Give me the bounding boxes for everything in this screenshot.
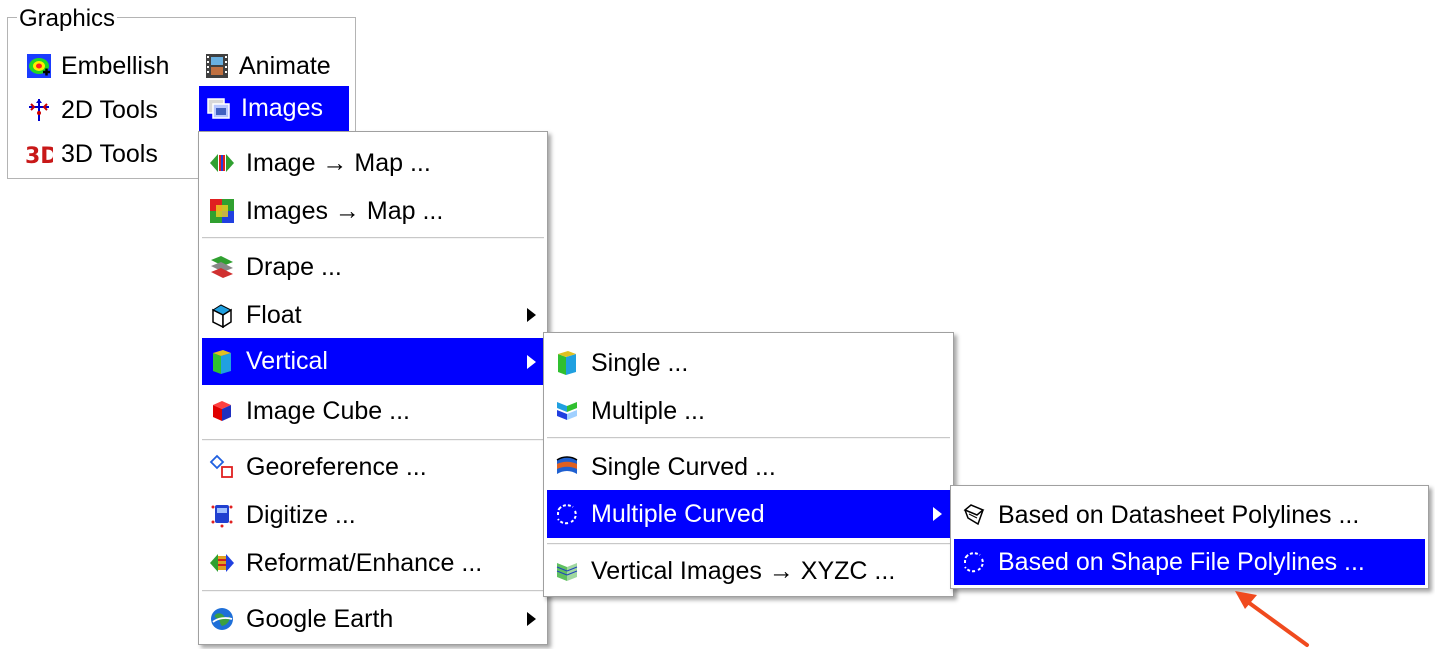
- shape-file-polylines-icon: [960, 548, 988, 576]
- menu-item-reformat-enhance[interactable]: Reformat/Enhance ...: [202, 540, 544, 586]
- images-button[interactable]: Images: [199, 86, 349, 131]
- datasheet-polylines-icon: [960, 501, 988, 529]
- 2d-tools-button[interactable]: 2D Tools: [19, 90, 187, 130]
- images-to-map-icon: [208, 197, 236, 225]
- images-label: Images: [241, 94, 323, 122]
- multiple-curved-label: Multiple Curved: [591, 499, 765, 528]
- menu-item-single-curved[interactable]: Single Curved ...: [547, 444, 950, 490]
- image-to-map-label: Image → Map ...: [246, 148, 431, 177]
- float-icon: [208, 301, 236, 329]
- embellish-icon: [25, 52, 53, 80]
- google-earth-label: Google Earth: [246, 604, 394, 633]
- single-curved-icon: [553, 453, 581, 481]
- multiple-icon: [553, 397, 581, 425]
- digitize-icon: [208, 501, 236, 529]
- drape-icon: [208, 253, 236, 281]
- menu-separator: [547, 543, 950, 545]
- menu-separator: [202, 590, 544, 592]
- svg-text:3D: 3D: [25, 144, 53, 167]
- images-icon: [205, 95, 233, 123]
- multiple-curved-icon: [553, 500, 581, 528]
- menu-item-digitize[interactable]: Digitize ...: [202, 492, 544, 538]
- embellish-button[interactable]: Embellish: [19, 46, 187, 86]
- vertical-menu: Single ... Multiple ... Single Curved ..…: [543, 332, 954, 597]
- reformat-label: Reformat/Enhance ...: [246, 548, 483, 577]
- drape-label: Drape ...: [246, 252, 342, 281]
- image-cube-label: Image Cube ...: [246, 396, 410, 425]
- menu-item-multiple-curved[interactable]: Multiple Curved: [547, 490, 950, 538]
- image-to-map-icon: [208, 149, 236, 177]
- film-icon: [203, 52, 231, 80]
- multiple-label: Multiple ...: [591, 396, 705, 425]
- images-to-map-label: Images → Map ...: [246, 196, 444, 225]
- menu-separator: [202, 237, 544, 239]
- single-label: Single ...: [591, 348, 689, 377]
- submenu-arrow-icon: [933, 507, 942, 521]
- submenu-arrow-icon: [527, 612, 536, 626]
- animate-button[interactable]: Animate: [197, 46, 349, 86]
- menu-item-single[interactable]: Single ...: [547, 340, 950, 386]
- submenu-arrow-icon: [527, 308, 536, 322]
- digitize-label: Digitize ...: [246, 500, 356, 529]
- 3d-tools-button[interactable]: 3D 3D Tools: [19, 134, 187, 174]
- menu-item-multiple[interactable]: Multiple ...: [547, 388, 950, 434]
- multiple-curved-menu: Based on Datasheet Polylines ... Based o…: [950, 485, 1429, 589]
- animate-label: Animate: [239, 51, 331, 80]
- 3d-tools-label: 3D Tools: [61, 139, 158, 168]
- callout-arrow-icon: [1235, 591, 1309, 647]
- menu-item-images-to-map[interactable]: Images → Map ...: [202, 188, 544, 234]
- menu-item-based-on-shape-file-polylines[interactable]: Based on Shape File Polylines ...: [954, 539, 1425, 585]
- georeference-icon: [208, 453, 236, 481]
- images-menu: Image → Map ... Images → Map ... Drape .…: [198, 131, 548, 645]
- vertical-label: Vertical: [246, 347, 328, 375]
- menu-item-vertical-images-xyzc[interactable]: Vertical Images → XYZC ...: [547, 548, 950, 594]
- single-curved-label: Single Curved ...: [591, 452, 776, 481]
- 2d-tools-label: 2D Tools: [61, 95, 158, 124]
- menu-item-georeference[interactable]: Georeference ...: [202, 444, 544, 490]
- menu-item-based-on-datasheet-polylines[interactable]: Based on Datasheet Polylines ...: [954, 492, 1425, 538]
- menu-item-vertical[interactable]: Vertical: [202, 338, 544, 385]
- vertical-images-xyzc-label: Vertical Images → XYZC ...: [591, 556, 896, 585]
- datasheet-polylines-label: Based on Datasheet Polylines ...: [998, 500, 1360, 529]
- vertical-icon: [208, 348, 236, 376]
- google-earth-icon: [208, 605, 236, 633]
- submenu-arrow-icon: [527, 354, 536, 369]
- reformat-icon: [208, 549, 236, 577]
- menu-item-image-to-map[interactable]: Image → Map ...: [202, 140, 544, 186]
- menu-item-float[interactable]: Float: [202, 292, 544, 338]
- vertical-images-xyzc-icon: [553, 557, 581, 585]
- menu-separator: [547, 437, 950, 439]
- single-icon: [553, 349, 581, 377]
- menu-item-drape[interactable]: Drape ...: [202, 244, 544, 290]
- embellish-label: Embellish: [61, 51, 170, 80]
- menu-separator: [202, 439, 544, 441]
- graphics-group-title: Graphics: [17, 5, 118, 33]
- georeference-label: Georeference ...: [246, 452, 427, 481]
- menu-item-google-earth[interactable]: Google Earth: [202, 596, 544, 642]
- shape-file-polylines-label: Based on Shape File Polylines ...: [998, 547, 1365, 576]
- 2d-tools-icon: [25, 96, 53, 124]
- menu-item-image-cube[interactable]: Image Cube ...: [202, 388, 544, 434]
- 3d-tools-icon: 3D: [25, 140, 53, 168]
- image-cube-icon: [208, 397, 236, 425]
- float-label: Float: [246, 300, 302, 329]
